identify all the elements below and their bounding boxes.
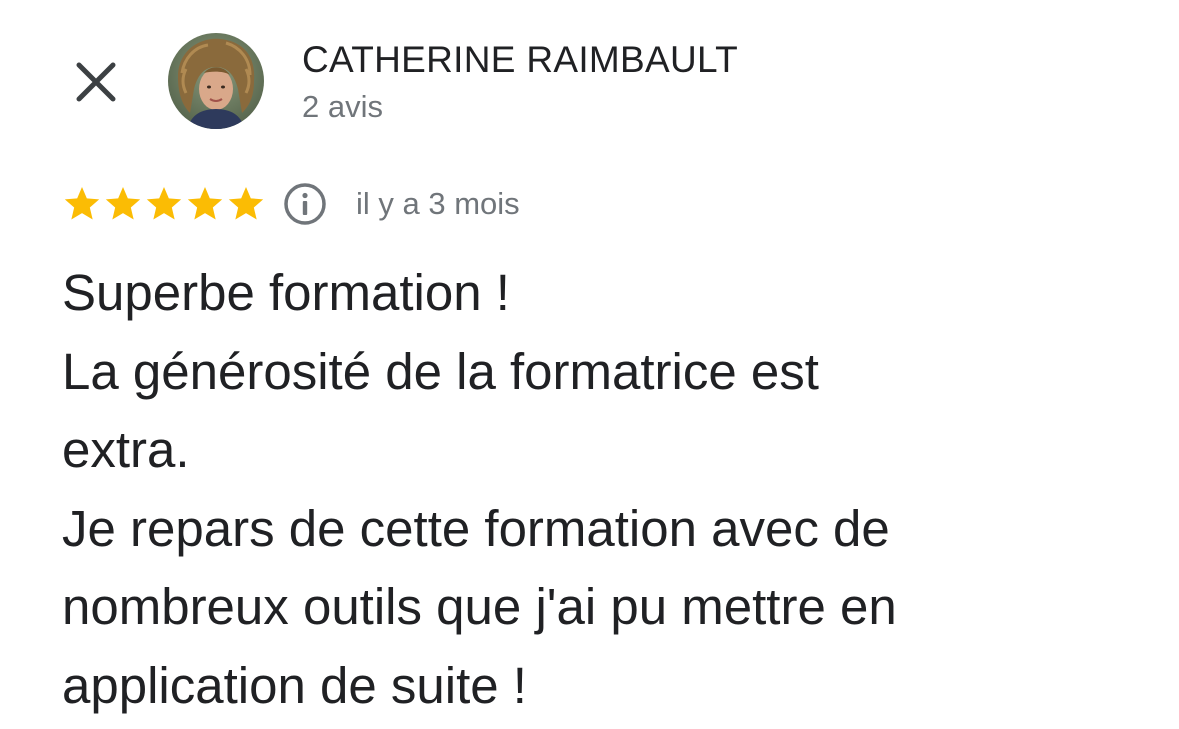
close-icon bbox=[76, 62, 116, 102]
review-text-line: extra. bbox=[62, 421, 190, 478]
star-icon bbox=[64, 187, 100, 220]
rating-row: il y a 3 mois bbox=[62, 180, 520, 228]
review-text-line: application de suite ! bbox=[62, 656, 527, 714]
review-text: Superbe formation ! La générosité de la … bbox=[62, 254, 1122, 725]
star-rating bbox=[62, 184, 267, 224]
author-name[interactable]: CATHERINE RAIMBAULT bbox=[302, 38, 738, 82]
star-icon bbox=[228, 187, 264, 220]
star-icon bbox=[146, 187, 182, 220]
review-card: CATHERINE RAIMBAULT 2 avis il y a 3 mois… bbox=[0, 0, 1179, 729]
review-text-line: La générosité de la formatrice est bbox=[62, 342, 819, 400]
author-review-count: 2 avis bbox=[302, 89, 383, 124]
review-text-line: nombreux outils que j'ai pu mettre en bbox=[62, 578, 897, 635]
info-button[interactable] bbox=[283, 182, 327, 226]
info-icon bbox=[284, 183, 326, 225]
review-text-line: Je repars de cette formation avec de bbox=[62, 499, 890, 557]
star-icon bbox=[105, 187, 141, 220]
review-text-line: Superbe formation ! bbox=[62, 264, 510, 321]
avatar-image bbox=[168, 33, 264, 129]
close-button[interactable] bbox=[70, 56, 122, 108]
star-icon bbox=[187, 187, 223, 220]
avatar[interactable] bbox=[168, 33, 264, 129]
review-date: il y a 3 mois bbox=[356, 186, 520, 221]
